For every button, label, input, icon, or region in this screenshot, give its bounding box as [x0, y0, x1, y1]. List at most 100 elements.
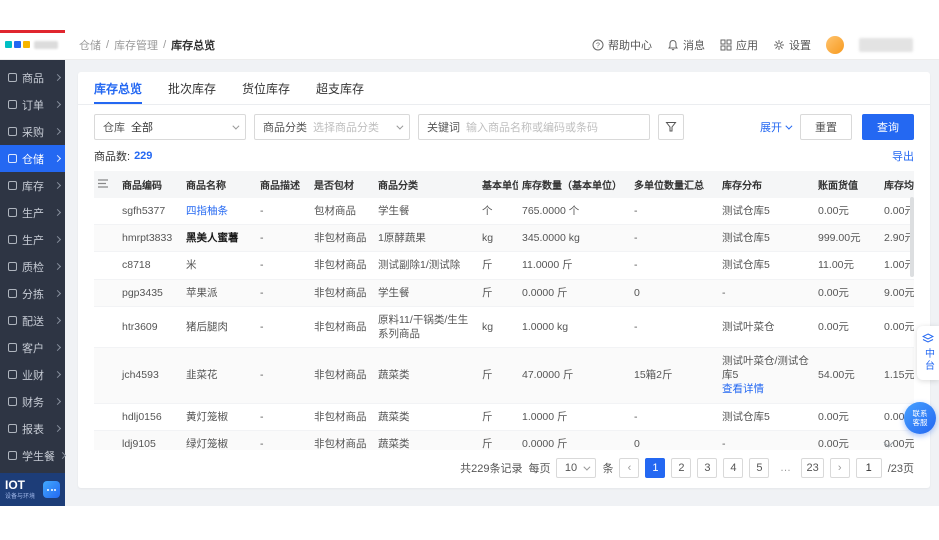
bell-icon: [668, 39, 678, 50]
page-button-5[interactable]: 5: [749, 458, 770, 478]
sidebar-item-质检[interactable]: 质检: [0, 253, 65, 280]
tab-overdraft-inventory[interactable]: 超支库存: [316, 72, 364, 104]
cell-packing: 非包材商品: [310, 279, 374, 307]
tab-inventory-overview[interactable]: 库存总览: [94, 72, 143, 104]
menu-icon: [8, 235, 17, 244]
logo-square-teal: [5, 41, 12, 48]
page-button-3[interactable]: 3: [697, 458, 718, 478]
sidebar-item-配送[interactable]: 配送: [0, 307, 65, 334]
expand-link[interactable]: 展开: [760, 119, 793, 135]
cell-avg: 0.00元: [880, 198, 914, 226]
warehouse-select[interactable]: 仓库 全部: [94, 114, 246, 140]
warehouse-selected-value: 全部: [131, 122, 153, 134]
cell-avg: 9.00元: [880, 279, 914, 307]
page-button-1[interactable]: 1: [645, 458, 666, 478]
next-page-button[interactable]: ›: [829, 458, 850, 478]
table-row[interactable]: hmrpt3833 黑美人蜜薯 - 非包材商品 1原酵蔬果 kg 345.0000 kg - 测…: [94, 224, 914, 253]
cell-unit: kg: [478, 224, 518, 253]
sidebar-footer-brand[interactable]: IOT 设备与环境: [0, 473, 65, 506]
cell-desc: -: [256, 224, 310, 253]
keyword-placeholder: 输入商品名称或编码或条码: [466, 122, 598, 134]
breadcrumb-item[interactable]: 仓储: [79, 37, 101, 53]
iot-subtitle: 设备与环境: [5, 493, 36, 500]
cell-packing: 包材商品: [310, 198, 374, 226]
help-center-button[interactable]: ? 帮助中心: [592, 37, 652, 53]
table-row[interactable]: pgp3435 苹果派 - 非包材商品 学生餐斤 0.0000 斤 0-0.00元 9.00元: [94, 279, 914, 307]
column-settings-header[interactable]: [94, 171, 118, 198]
table-row[interactable]: ldj9105 绿灯笼椒 - 非包材商品 蔬菜类斤 0.0000 斤 0-0.00元 0.00…: [94, 430, 914, 450]
cell-avg: 0.00元: [880, 306, 914, 349]
contact-service-button[interactable]: 联系 客服: [904, 402, 936, 434]
cell-value: 0.00元: [814, 198, 880, 226]
page-button-23[interactable]: 23: [801, 458, 824, 478]
username-blurred: [859, 37, 913, 52]
row-select-cell: [94, 198, 118, 226]
messages-button[interactable]: 消息: [667, 37, 705, 53]
reset-button[interactable]: 重置: [800, 114, 852, 140]
sidebar-item-商品[interactable]: 商品: [0, 64, 65, 91]
vertical-scrollbar[interactable]: [910, 197, 914, 277]
row-select-cell: [94, 430, 118, 450]
keyword-input[interactable]: 关键词 输入商品名称或编码或条码: [418, 114, 650, 140]
sidebar-item-生产[interactable]: 生产: [0, 199, 65, 226]
cell-code: htr3609: [118, 306, 182, 349]
apps-button[interactable]: 应用: [720, 37, 758, 53]
brand-logo: [0, 30, 65, 59]
export-button[interactable]: 导出: [892, 148, 914, 164]
cell-avg: 1.15元: [880, 347, 914, 404]
cell-value: 0.00元: [814, 430, 880, 450]
sidebar-item-分拣[interactable]: 分拣: [0, 280, 65, 307]
settings-button[interactable]: 设置: [773, 37, 811, 53]
avatar[interactable]: [826, 35, 844, 54]
page-jump-input[interactable]: [855, 458, 882, 478]
sidebar-item-订单[interactable]: 订单: [0, 91, 65, 118]
sidebar-item-采购[interactable]: 采购: [0, 118, 65, 145]
chevron-right-icon: [53, 154, 62, 163]
cell-code: c8718: [118, 251, 182, 280]
page-button-4[interactable]: 4: [723, 458, 744, 478]
sidebar-item-客户[interactable]: 客户: [0, 334, 65, 361]
column-header: 多单位数量汇总: [630, 171, 718, 198]
tab-batch-inventory[interactable]: 批次库存: [168, 72, 216, 104]
table-row[interactable]: hdlj0156 黄灯笼椒 - 非包材商品 蔬菜类斤 1.0000 斤 - 测试仓库5 0.00…: [94, 403, 914, 431]
row-select-cell: [94, 347, 118, 404]
cell-code: hmrpt3833: [118, 224, 182, 253]
per-page-label: 每页: [528, 463, 551, 475]
cell-dist: -: [718, 279, 814, 307]
sidebar-item-财务[interactable]: 财务: [0, 388, 65, 415]
sidebar-item-业财[interactable]: 业财: [0, 361, 65, 388]
breadcrumb-separator: /: [163, 38, 167, 51]
query-button[interactable]: 查询: [862, 114, 914, 140]
summary-row: 商品数: 229 导出: [78, 145, 930, 171]
filter-funnel-button[interactable]: [658, 114, 684, 140]
prev-page-button[interactable]: ‹: [619, 458, 640, 478]
cell-name[interactable]: 四指柚条: [182, 198, 256, 226]
breadcrumb-item[interactable]: 库存管理: [114, 37, 158, 53]
sidebar-item-学生餐[interactable]: 学生餐: [0, 442, 67, 469]
table-row[interactable]: htr3609 猪后腿肉 - 非包材商品 原料11/干锅类/生生系列商品 kg 1.0000…: [94, 306, 914, 349]
sidebar: 商品 订单 采购 仓储 库存 生产 生产 质检 分拣 配送 客户 业财 财务 报表 学生餐 IOT 设备与环…: [0, 60, 67, 506]
table-row[interactable]: jch4593 韭菜花 - 非包材商品 蔬菜类斤 47.0000 斤 15箱2斤 测试叶菜仓/…: [94, 347, 914, 404]
menu-icon: [8, 289, 17, 298]
table-row[interactable]: sgfh5377 四指柚条 - 包材商品 学生餐个 765.0000 个 - 测试仓库5 0.0…: [94, 198, 914, 226]
sidebar-item-库存[interactable]: 库存: [0, 172, 65, 199]
cell-value: 0.00元: [814, 306, 880, 349]
per-page-select[interactable]: 10: [556, 458, 597, 478]
row-select-cell: [94, 251, 118, 280]
cell-unit: 斤: [478, 403, 518, 431]
cell-desc: -: [256, 306, 310, 349]
table-header-row: 商品编码 商品名称 商品描述 是否包材 商品分类 基本单位 库存数量（基本单位） 多单位数量汇…: [94, 171, 914, 198]
sidebar-item-生产[interactable]: 生产: [0, 226, 65, 253]
view-detail-link[interactable]: 查看详情: [722, 382, 810, 396]
cell-multi: -: [630, 403, 718, 431]
sidebar-item-报表[interactable]: 报表: [0, 415, 65, 442]
chat-bubble-icon[interactable]: [43, 481, 60, 498]
tab-location-inventory[interactable]: 货位库存: [242, 72, 290, 104]
page-button-2[interactable]: 2: [671, 458, 692, 478]
midplatform-float-tab[interactable]: 中台: [917, 326, 939, 380]
sidebar-item-仓储[interactable]: 仓储: [0, 145, 65, 172]
cell-code: sgfh5377: [118, 198, 182, 226]
chevron-right-icon: [58, 451, 67, 460]
category-select[interactable]: 商品分类 选择商品分类: [254, 114, 410, 140]
table-row[interactable]: c8718 米 - 非包材商品 测试副除1/测试除斤 11.0000 斤 - 测试仓库5 11.…: [94, 251, 914, 280]
